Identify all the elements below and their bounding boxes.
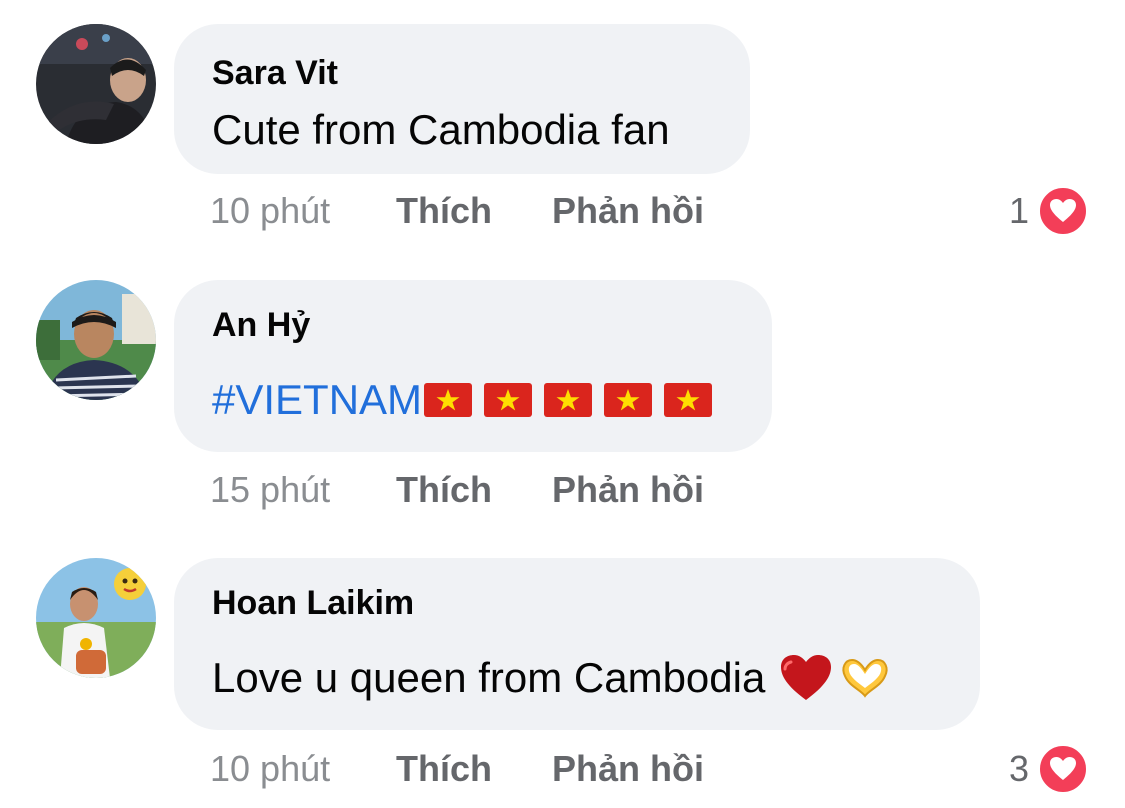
avatar[interactable] <box>36 558 156 678</box>
reaction-count: 3 <box>1008 748 1029 789</box>
comment-text-content: Love u queen from Cambodia <box>212 654 766 701</box>
red-heart-icon <box>781 655 832 700</box>
comment-actions: 10 phút Thích Phản hồi <box>210 744 704 794</box>
reaction-summary[interactable]: 3 <box>1008 743 1089 795</box>
comment-bubble: Hoan Laikim Love u queen from Cambodia <box>174 558 980 730</box>
comment-item: Hoan Laikim Love u queen from Cambodia 1… <box>0 0 1125 808</box>
heart-icon <box>1037 743 1089 795</box>
reply-button[interactable]: Phản hồi <box>552 748 704 790</box>
comment-text: Love u queen from Cambodia <box>212 654 893 702</box>
comment-time[interactable]: 10 phút <box>210 748 396 790</box>
comment-author[interactable]: Hoan Laikim <box>212 584 414 623</box>
like-button[interactable]: Thích <box>396 748 552 790</box>
heart-hands-icon <box>842 658 888 698</box>
